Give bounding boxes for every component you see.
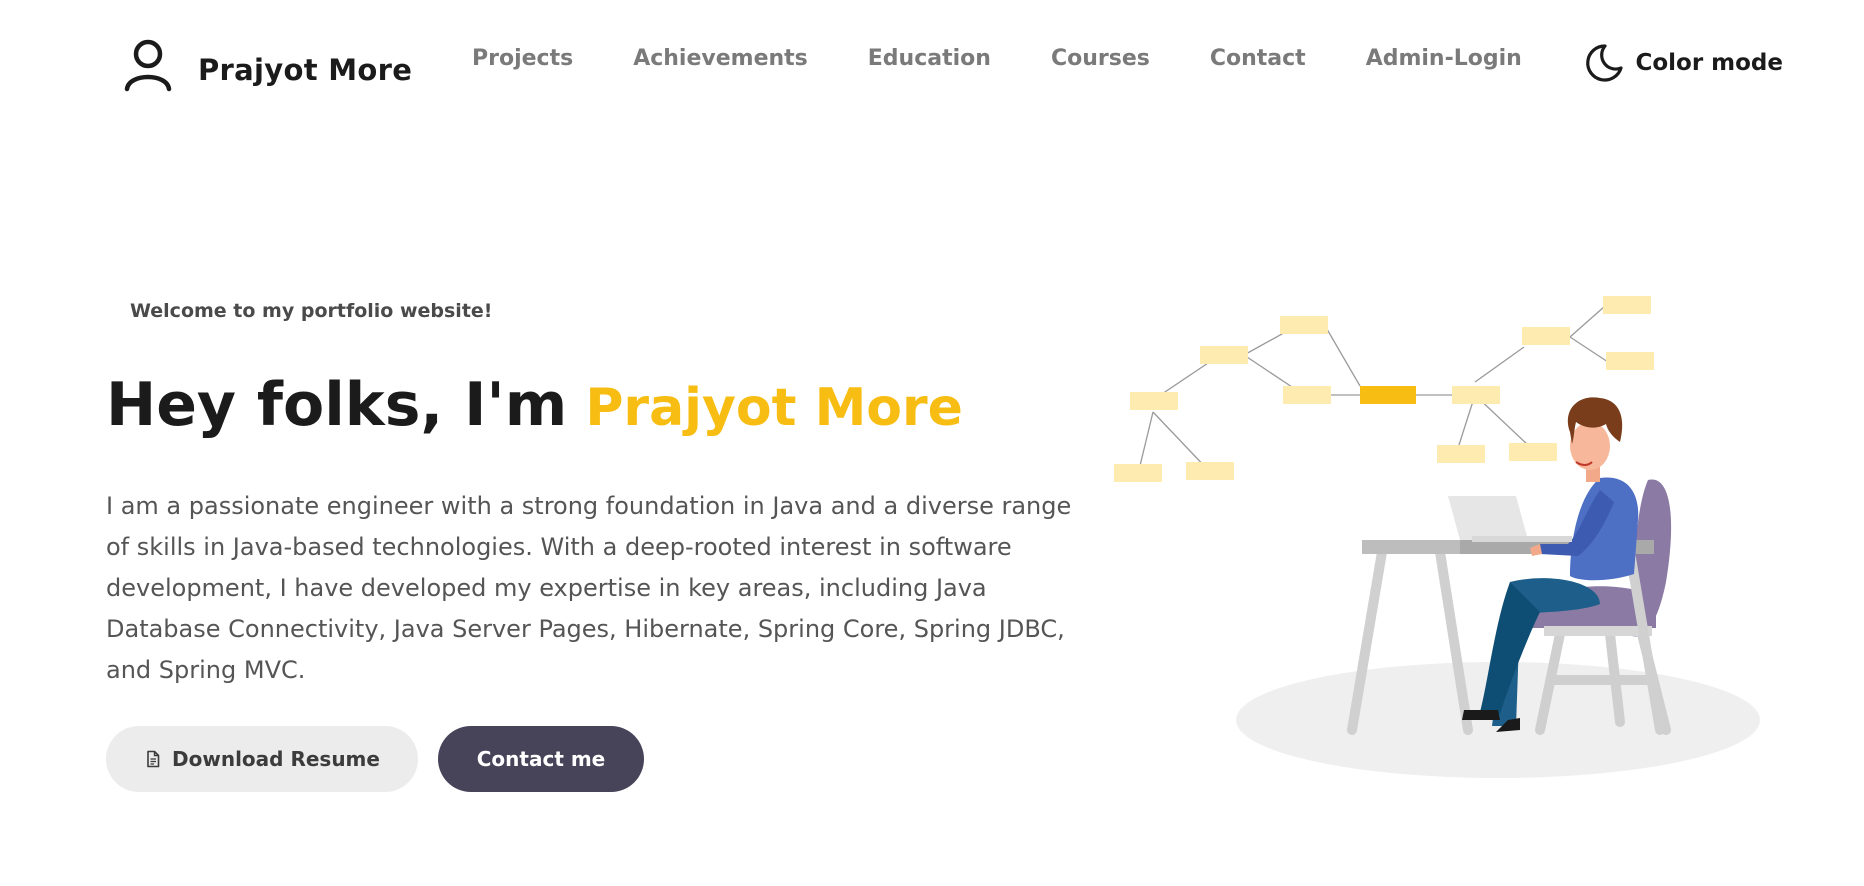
moon-icon [1583,42,1625,84]
mindmap-node [1509,443,1557,461]
nav-link-admin-login[interactable]: Admin-Login [1366,46,1522,71]
navbar: Prajyot More Projects Achievements Educa… [0,0,1864,130]
brand[interactable]: Prajyot More [120,36,412,92]
nav-link-contact[interactable]: Contact [1210,46,1306,71]
laptop-base [1472,536,1572,542]
welcome-text: Welcome to my portfolio website! [130,300,493,322]
contact-me-label: Contact me [476,747,606,771]
color-mode-toggle[interactable]: Color mode [1583,42,1783,84]
laptop-screen [1448,496,1528,540]
hero-illustration [1100,282,1800,796]
mindmap-node [1130,392,1178,410]
mindmap-node-active [1360,386,1416,404]
download-resume-label: Download Resume [172,747,380,771]
greeting-text: Hey folks, I'm [106,370,568,440]
hero-headline: Hey folks, I'm Prajyot More [106,372,963,438]
document-icon [144,750,162,768]
nav-link-projects[interactable]: Projects [472,46,573,71]
chair-frame [1544,626,1652,636]
contact-me-button[interactable]: Contact me [438,726,644,792]
mindmap-node [1114,464,1162,482]
mindmap-node [1283,386,1331,404]
bio-text: I am a passionate engineer with a strong… [106,492,1072,684]
brand-name: Prajyot More [198,53,413,87]
mindmap-node [1186,462,1234,480]
mindmap-node [1280,316,1328,334]
nav-links: Projects Achievements Education Courses … [472,46,1522,71]
nav-link-education[interactable]: Education [868,46,991,71]
mindmap-node [1606,352,1654,370]
download-resume-button[interactable]: Download Resume [106,726,418,792]
person-shoe [1462,710,1500,720]
mindmap-node [1437,445,1485,463]
nav-link-courses[interactable]: Courses [1051,46,1150,71]
user-icon [120,36,176,92]
hero-actions: Download Resume Contact me [106,726,644,792]
mindmap-node [1452,386,1500,404]
mindmap-node [1603,296,1651,314]
mindmap-node [1522,327,1570,345]
nav-link-achievements[interactable]: Achievements [633,46,808,71]
developer-illustration [1114,296,1760,778]
hero-name: Prajyot More [585,378,963,438]
color-mode-label: Color mode [1635,50,1783,76]
mindmap-node [1200,346,1248,364]
